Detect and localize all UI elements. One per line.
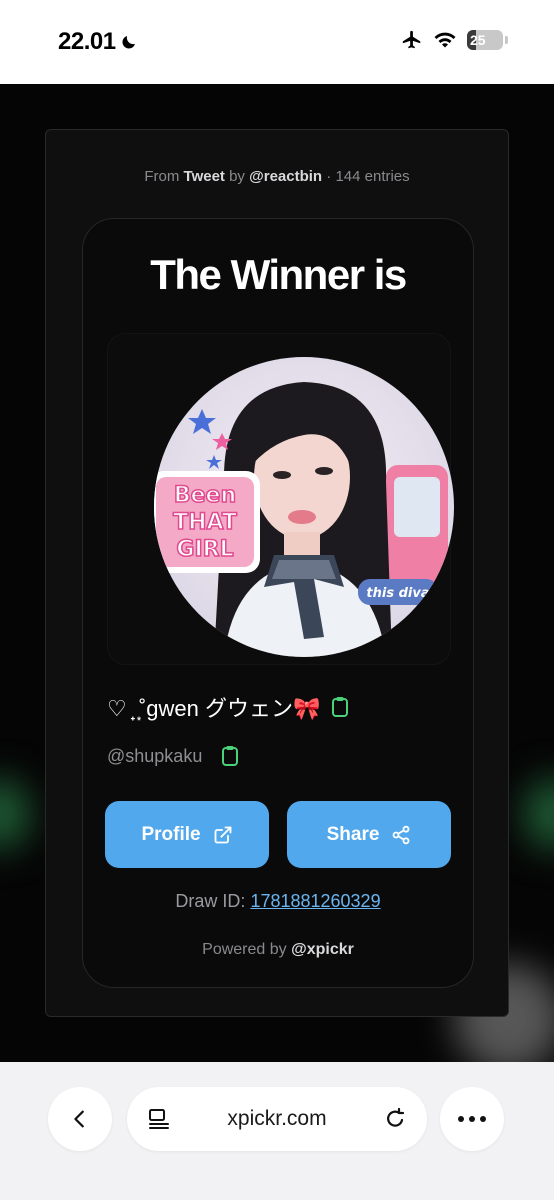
address-bar[interactable]: xpickr.com <box>127 1087 427 1151</box>
blurred-background-element <box>524 779 554 849</box>
blurred-background-element <box>0 779 30 849</box>
winner-handle: @shupkaku <box>107 745 203 766</box>
winner-name: ♡ ̟ ͙˚gwen グウェン🎀 <box>107 696 321 721</box>
reload-icon[interactable] <box>383 1107 407 1131</box>
sticker-text-3: GIRL <box>176 537 233 562</box>
profile-button-label: Profile <box>141 823 201 845</box>
status-bar: 22.01 25 <box>0 0 554 84</box>
powered-by-label: Powered by <box>202 941 287 958</box>
winner-handle-row: @shupkaku <box>107 745 240 767</box>
source-prefix: From <box>144 168 180 185</box>
source-type: Tweet <box>183 168 225 185</box>
source-separator: · <box>326 168 332 185</box>
winner-name-row: ♡ ̟ ͙˚gwen グウェン🎀 <box>107 691 350 723</box>
url-text: xpickr.com <box>227 1107 327 1130</box>
share-icon <box>392 825 410 844</box>
chevron-left-icon <box>74 1110 84 1128</box>
entries-count: 144 entries <box>335 168 410 185</box>
draw-id-link[interactable]: 1781881260329 <box>250 891 380 911</box>
avatar-frame: Been THAT GIRL this diva <box>107 333 454 665</box>
winner-title: The Winner is <box>150 251 407 298</box>
external-link-icon <box>214 826 231 843</box>
status-time: 22.01 <box>58 28 138 56</box>
avatar: Been THAT GIRL this diva <box>154 357 454 657</box>
powered-by-handle[interactable]: @xpickr <box>291 941 354 958</box>
battery-cap <box>505 36 508 44</box>
powered-by-row: Powered by @xpickr <box>83 941 473 959</box>
battery-text: 25 <box>470 32 486 48</box>
copy-handle-icon[interactable] <box>220 745 240 767</box>
wifi-icon <box>434 32 456 48</box>
draw-id-label: Draw ID: <box>175 891 246 911</box>
more-button[interactable] <box>440 1087 504 1151</box>
back-button[interactable] <box>48 1087 112 1151</box>
copy-name-icon[interactable] <box>330 696 350 718</box>
share-button-label: Share <box>326 823 380 845</box>
profile-button[interactable]: Profile <box>105 801 269 868</box>
sticker-text-2: THAT <box>173 510 237 535</box>
moon-icon <box>122 36 135 49</box>
status-icons: 25 <box>401 29 508 51</box>
airplane-icon <box>402 30 421 49</box>
source-handle: @reactbin <box>249 168 323 185</box>
share-button[interactable]: Share <box>287 801 451 868</box>
more-icon <box>458 1116 486 1122</box>
sticker-text-1: Been <box>174 483 236 508</box>
battery-icon: 25 <box>467 30 503 50</box>
time-text: 22.01 <box>58 28 116 55</box>
reader-mode-icon[interactable] <box>147 1107 171 1131</box>
avatar-image: Been THAT GIRL this diva <box>154 357 454 657</box>
winner-modal: From Tweet by @reactbin · 144 entries Th… <box>45 129 509 1017</box>
draw-id-row: Draw ID: 1781881260329 <box>83 891 473 912</box>
browser-toolbar: xpickr.com <box>0 1062 554 1200</box>
source-by: by <box>229 168 245 185</box>
modal-source-line: From Tweet by @reactbin · 144 entries <box>46 168 508 185</box>
avatar-caption: this diva <box>366 586 429 601</box>
winner-card: The Winner is Been THAT GIRL this diva ♡… <box>82 218 474 988</box>
